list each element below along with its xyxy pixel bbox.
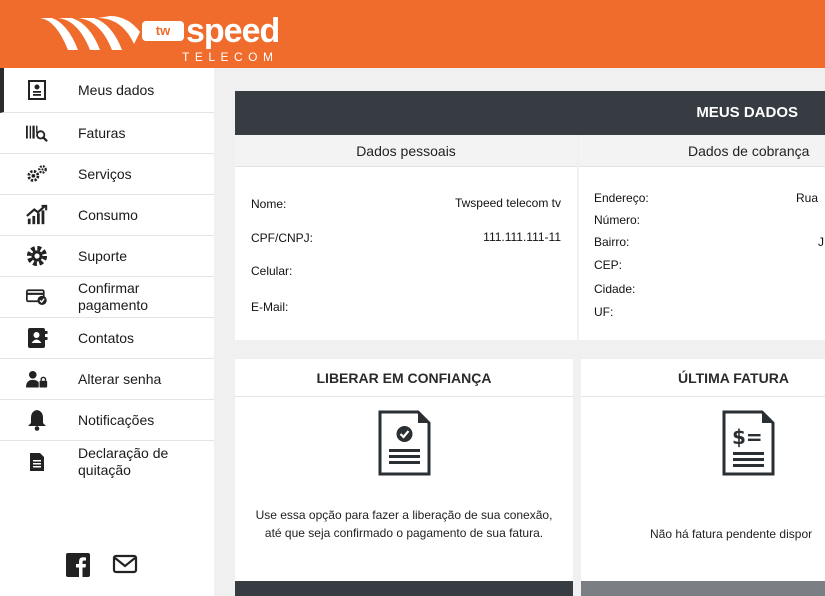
document-check-icon xyxy=(378,410,431,476)
last-invoice-card: ÚLTIMA FATURA $= Não há fatura pendente … xyxy=(581,359,825,596)
cpf-label: CPF/CNPJ: xyxy=(251,231,314,245)
sidebar-item-label: Suporte xyxy=(78,247,128,264)
sidebar-item-label: Serviços xyxy=(78,165,132,182)
trust-release-button[interactable] xyxy=(235,581,573,596)
social-links xyxy=(66,553,138,582)
last-invoice-button[interactable] xyxy=(581,581,825,596)
name-value: Twspeed telecom tv xyxy=(454,196,561,210)
last-invoice-title: ÚLTIMA FATURA xyxy=(581,359,825,397)
email-label: E-Mail: xyxy=(251,300,289,314)
address-value: Rua xyxy=(796,191,819,205)
gears-icon xyxy=(26,163,48,185)
sidebar-item-consumo[interactable]: Consumo xyxy=(0,195,214,236)
cidade-label: Cidade: xyxy=(594,282,636,296)
sidebar-item-label: Confirmar pagamento xyxy=(78,280,149,313)
billing-data-panel: Dados de cobrança Endereço: Rua Número: … xyxy=(579,135,825,340)
personal-data-heading: Dados pessoais xyxy=(235,135,577,167)
sidebar-item-servicos[interactable]: Serviços xyxy=(0,154,214,195)
name-label: Nome: xyxy=(251,197,287,211)
page-title: MEUS DADOS xyxy=(696,104,798,121)
cep-label: CEP: xyxy=(594,258,623,272)
card-check-icon xyxy=(26,286,48,308)
mail-icon[interactable] xyxy=(112,553,138,582)
number-label: Número: xyxy=(594,213,641,227)
svg-text:$=: $= xyxy=(732,425,763,449)
id-card-icon xyxy=(26,79,48,101)
bairro-value: J xyxy=(818,235,824,249)
trust-release-title: LIBERAR EM CONFIANÇA xyxy=(235,359,573,397)
sidebar-item-confirmar-pagamento[interactable]: Confirmar pagamento xyxy=(0,277,214,318)
facebook-icon[interactable] xyxy=(66,553,90,582)
cpf-value: 111.111.111-11 xyxy=(483,230,561,244)
wings-icon xyxy=(40,16,140,50)
barcode-search-icon xyxy=(26,122,48,144)
sidebar-item-declaracao-quitacao[interactable]: Declaração de quitação xyxy=(0,441,214,482)
document-icon xyxy=(26,451,48,473)
sidebar-item-label: Notificações xyxy=(78,411,155,428)
twspeed-logo[interactable]: tw speed TELECOM xyxy=(38,8,280,64)
sidebar-item-label: Meus dados xyxy=(78,81,155,98)
user-lock-icon xyxy=(26,368,48,390)
document-dollar-icon: $= xyxy=(722,410,775,476)
sidebar: Meus dados Faturas Serviços Consumo Supo… xyxy=(0,68,214,596)
trust-release-card: LIBERAR EM CONFIANÇA Use essa opção para… xyxy=(235,359,573,596)
logo-badge: tw xyxy=(142,21,184,41)
last-invoice-message: Não há fatura pendente dispor xyxy=(650,527,813,541)
sidebar-item-label: Alterar senha xyxy=(78,370,162,387)
bairro-label: Bairro: xyxy=(594,235,630,249)
address-label: Endereço: xyxy=(594,191,649,205)
personal-data-panel: Dados pessoais Nome: Twspeed telecom tv … xyxy=(235,135,577,340)
sidebar-item-label: Contatos xyxy=(78,329,135,346)
sidebar-item-label: Consumo xyxy=(78,206,138,223)
sidebar-item-alterar-senha[interactable]: Alterar senha xyxy=(0,359,214,400)
logo-subtitle: TELECOM xyxy=(182,50,279,64)
gear-support-icon xyxy=(26,245,48,267)
sidebar-item-suporte[interactable]: Suporte xyxy=(0,236,214,277)
sidebar-item-meus-dados[interactable]: Meus dados xyxy=(0,68,214,113)
chart-up-icon xyxy=(26,204,48,226)
billing-data-heading: Dados de cobrança xyxy=(579,135,825,167)
contact-book-icon xyxy=(26,327,48,349)
trust-release-description: Use essa opção para fazer a liberação de… xyxy=(255,508,553,540)
sidebar-item-contatos[interactable]: Contatos xyxy=(0,318,214,359)
sidebar-item-label: Declaração de quitação xyxy=(78,444,169,478)
bell-icon xyxy=(26,409,48,431)
meus-dados-header: MEUS DADOS xyxy=(235,91,825,135)
top-bar: tw speed TELECOM xyxy=(0,0,825,68)
celular-label: Celular: xyxy=(251,264,293,278)
sidebar-item-notificacoes[interactable]: Notificações xyxy=(0,400,214,441)
sidebar-item-label: Faturas xyxy=(78,124,126,141)
sidebar-item-faturas[interactable]: Faturas xyxy=(0,113,214,154)
uf-label: UF: xyxy=(594,305,614,319)
logo-wordmark: speed xyxy=(186,12,280,50)
